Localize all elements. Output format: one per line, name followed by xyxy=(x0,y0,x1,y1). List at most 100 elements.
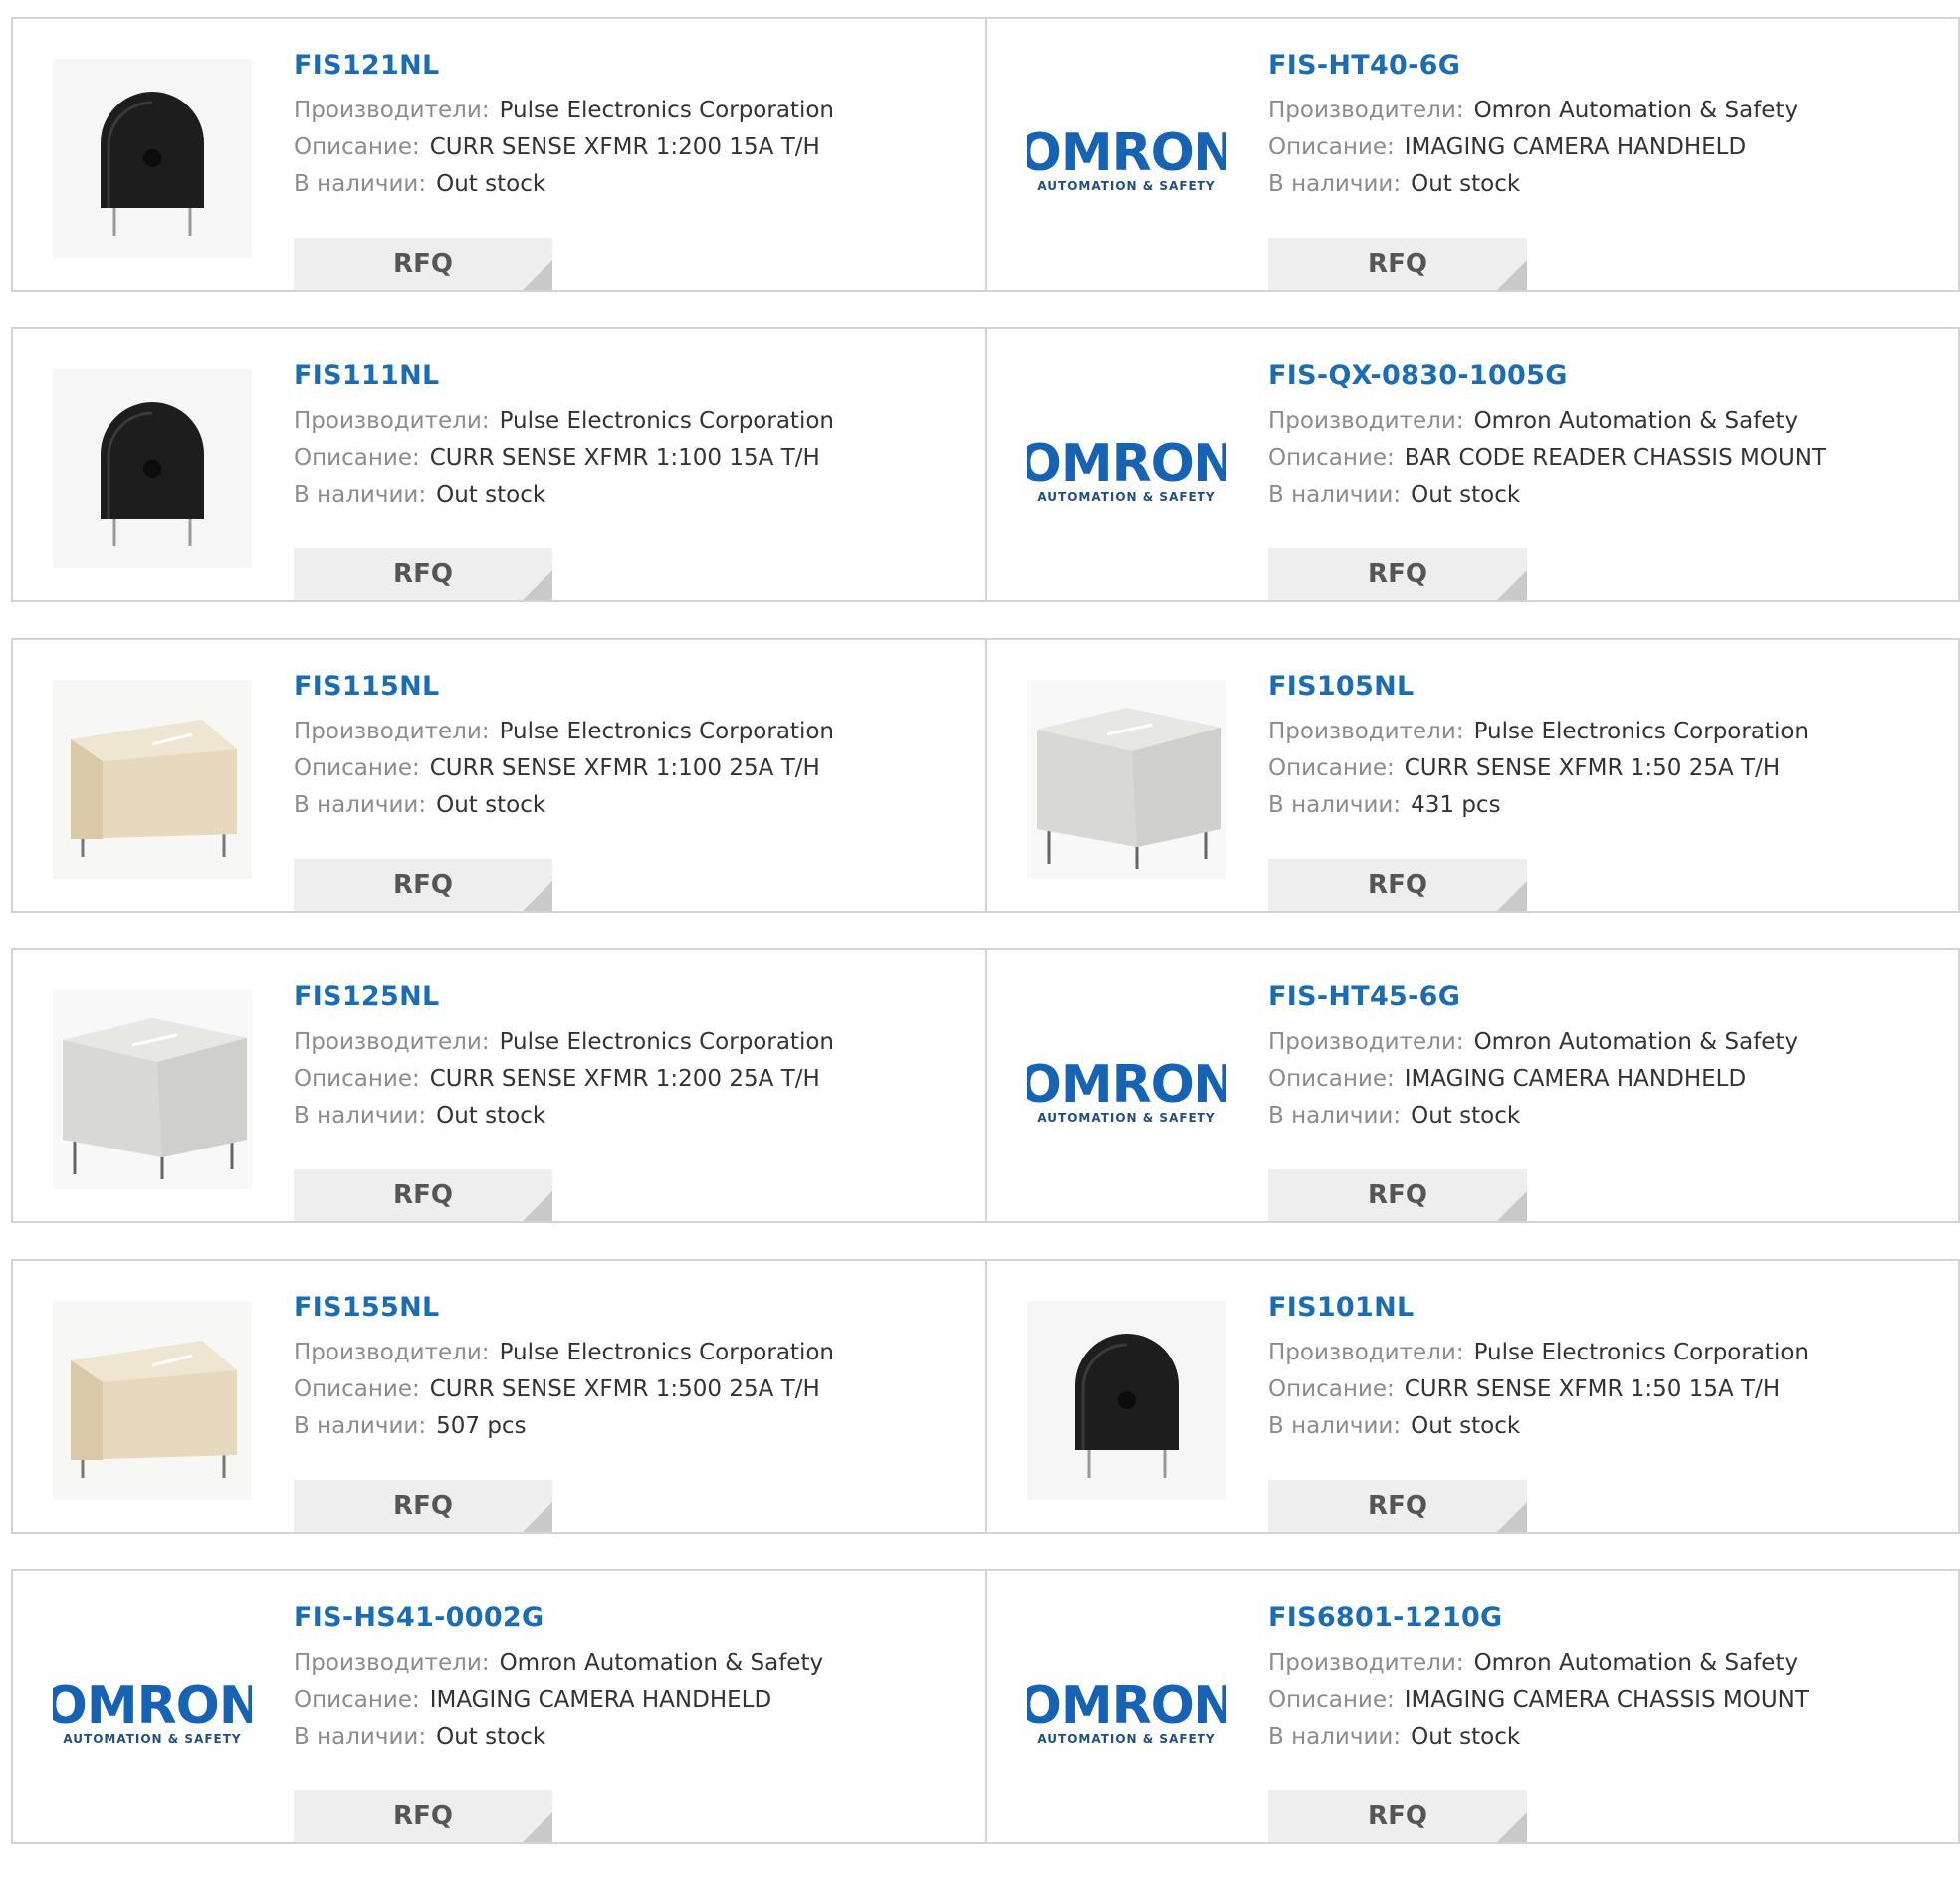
stock-row: В наличии: Out stock xyxy=(294,166,976,203)
description-label: Описание: xyxy=(1268,1066,1395,1092)
description-row: Описание: IMAGING CAMERA CHASSIS MOUNT xyxy=(1268,1682,1948,1719)
rfq-button[interactable]: RFQ xyxy=(294,1169,552,1221)
part-number-link[interactable]: FIS115NL xyxy=(294,670,440,704)
omron-logo[interactable]: OMRON AUTOMATION & SAFETY xyxy=(1027,990,1226,1189)
part-number-link[interactable]: FIS6801-1210G xyxy=(1268,1601,1503,1635)
manufacturer-value: Pulse Electronics Corporation xyxy=(499,98,834,123)
rfq-button[interactable]: RFQ xyxy=(294,1790,552,1842)
stock-label: В наличии: xyxy=(294,1724,427,1750)
part-number-link[interactable]: FIS-HS41-0002G xyxy=(294,1601,544,1635)
product-info: FIS155NL Производители: Pulse Electronics… xyxy=(294,1291,976,1532)
product-row: FIS155NL Производители: Pulse Electronics… xyxy=(11,1259,1960,1534)
part-number-link[interactable]: FIS105NL xyxy=(1268,670,1415,704)
description-value: IMAGING CAMERA HANDHELD xyxy=(1404,134,1747,160)
description-value: IMAGING CAMERA CHASSIS MOUNT xyxy=(1404,1687,1809,1713)
beige-transformer-image[interactable] xyxy=(53,680,252,879)
stock-row: В наличии: Out stock xyxy=(1268,1098,1948,1135)
rfq-button[interactable]: RFQ xyxy=(294,238,552,290)
rfq-button[interactable]: RFQ xyxy=(1268,859,1527,911)
part-number-link[interactable]: FIS-HT45-6G xyxy=(1268,980,1460,1014)
manufacturer-value: Pulse Electronics Corporation xyxy=(499,1029,834,1055)
description-label: Описание: xyxy=(294,1066,420,1092)
product-row: FIS121NL Производители: Pulse Electronics… xyxy=(11,17,1960,292)
product-card: OMRON AUTOMATION & SAFETY FIS-HT40-6G Про… xyxy=(985,19,1958,290)
rfq-label: RFQ xyxy=(1368,559,1427,589)
description-value: CURR SENSE XFMR 1:500 25A T/H xyxy=(429,1376,820,1402)
part-number-link[interactable]: FIS125NL xyxy=(294,980,440,1014)
rfq-button[interactable]: RFQ xyxy=(1268,238,1527,290)
stock-value: Out stock xyxy=(436,792,546,818)
rfq-button[interactable]: RFQ xyxy=(1268,1480,1527,1532)
product-card: OMRON AUTOMATION & SAFETY FIS-QX-0830-100… xyxy=(985,329,1958,600)
stock-label: В наличии: xyxy=(294,1413,427,1439)
black-transformer-image[interactable] xyxy=(53,369,252,568)
product-row: FIS111NL Производители: Pulse Electronics… xyxy=(11,327,1960,602)
manufacturer-label: Производители: xyxy=(294,1650,490,1676)
rfq-button[interactable]: RFQ xyxy=(294,548,552,600)
manufacturer-row: Производители: Omron Automation & Safety xyxy=(294,1645,976,1682)
manufacturer-row: Производители: Pulse Electronics Corporat… xyxy=(294,714,976,750)
part-number-link[interactable]: FIS-HT40-6G xyxy=(1268,49,1460,83)
product-card: FIS115NL Производители: Pulse Electronics… xyxy=(13,640,985,911)
manufacturer-label: Производители: xyxy=(294,1029,490,1055)
description-row: Описание: CURR SENSE XFMR 1:100 15A T/H xyxy=(294,440,976,477)
description-row: Описание: IMAGING CAMERA HANDHELD xyxy=(1268,129,1948,166)
part-number-link[interactable]: FIS-QX-0830-1005G xyxy=(1268,359,1568,393)
product-card: FIS125NL Производители: Pulse Electronics… xyxy=(13,950,985,1221)
rfq-label: RFQ xyxy=(393,1801,453,1831)
stock-value: Out stock xyxy=(1411,482,1521,508)
product-info: FIS101NL Производители: Pulse Electronics… xyxy=(1268,1291,1948,1532)
omron-logo[interactable]: OMRON AUTOMATION & SAFETY xyxy=(1027,1611,1226,1810)
rfq-label: RFQ xyxy=(393,1491,453,1521)
description-label: Описание: xyxy=(1268,134,1395,160)
omron-logo-brand: OMRON xyxy=(1027,1676,1226,1736)
manufacturer-label: Производители: xyxy=(294,408,490,434)
rfq-button[interactable]: RFQ xyxy=(1268,1169,1527,1221)
rfq-corner-decoration xyxy=(1497,881,1527,911)
omron-logo[interactable]: OMRON AUTOMATION & SAFETY xyxy=(1027,59,1226,258)
black-transformer-image[interactable] xyxy=(53,59,252,258)
black-transformer-image[interactable] xyxy=(1027,1301,1226,1500)
manufacturer-label: Производители: xyxy=(294,98,490,123)
description-row: Описание: IMAGING CAMERA HANDHELD xyxy=(1268,1061,1948,1098)
stock-label: В наличии: xyxy=(294,792,427,818)
rfq-button[interactable]: RFQ xyxy=(294,859,552,911)
description-row: Описание: CURR SENSE XFMR 1:200 15A T/H xyxy=(294,129,976,166)
part-number-link[interactable]: FIS101NL xyxy=(1268,1291,1415,1325)
description-value: CURR SENSE XFMR 1:200 25A T/H xyxy=(429,1066,820,1092)
rfq-button[interactable]: RFQ xyxy=(1268,1790,1527,1842)
stock-row: В наличии: 431 pcs xyxy=(1268,787,1948,824)
description-row: Описание: CURR SENSE XFMR 1:100 25A T/H xyxy=(294,750,976,787)
rfq-corner-decoration xyxy=(1497,1812,1527,1842)
product-info: FIS125NL Производители: Pulse Electronics… xyxy=(294,980,976,1221)
rfq-corner-decoration xyxy=(1497,1502,1527,1532)
rfq-label: RFQ xyxy=(393,1180,453,1210)
rfq-label: RFQ xyxy=(1368,870,1427,900)
part-number-link[interactable]: FIS155NL xyxy=(294,1291,440,1325)
stock-label: В наличии: xyxy=(1268,1413,1402,1439)
beige-transformer-image[interactable] xyxy=(53,1301,252,1500)
part-number-link[interactable]: FIS111NL xyxy=(294,359,440,393)
rfq-label: RFQ xyxy=(393,559,453,589)
stock-value: 431 pcs xyxy=(1411,792,1501,818)
stock-value: Out stock xyxy=(1411,1724,1521,1750)
rfq-label: RFQ xyxy=(1368,1180,1427,1210)
part-number-link[interactable]: FIS121NL xyxy=(294,49,440,83)
manufacturer-value: Pulse Electronics Corporation xyxy=(499,408,834,434)
rfq-corner-decoration xyxy=(1497,570,1527,600)
rfq-label: RFQ xyxy=(1368,249,1427,279)
omron-logo-brand: OMRON xyxy=(1027,123,1226,183)
omron-logo[interactable]: OMRON AUTOMATION & SAFETY xyxy=(53,1611,252,1810)
grey-transformer-image[interactable] xyxy=(1027,680,1226,879)
manufacturer-value: Pulse Electronics Corporation xyxy=(499,1340,834,1365)
grey-transformer-image[interactable] xyxy=(53,990,252,1189)
manufacturer-value: Omron Automation & Safety xyxy=(1473,1029,1799,1055)
description-value: IMAGING CAMERA HANDHELD xyxy=(1404,1066,1747,1092)
rfq-button[interactable]: RFQ xyxy=(1268,548,1527,600)
rfq-label: RFQ xyxy=(1368,1801,1427,1831)
rfq-button[interactable]: RFQ xyxy=(294,1480,552,1532)
omron-logo[interactable]: OMRON AUTOMATION & SAFETY xyxy=(1027,369,1226,568)
product-info: FIS-HT45-6G Производители: Omron Automati… xyxy=(1268,980,1948,1221)
rfq-corner-decoration xyxy=(523,1812,552,1842)
manufacturer-row: Производители: Omron Automation & Safety xyxy=(1268,1645,1948,1682)
